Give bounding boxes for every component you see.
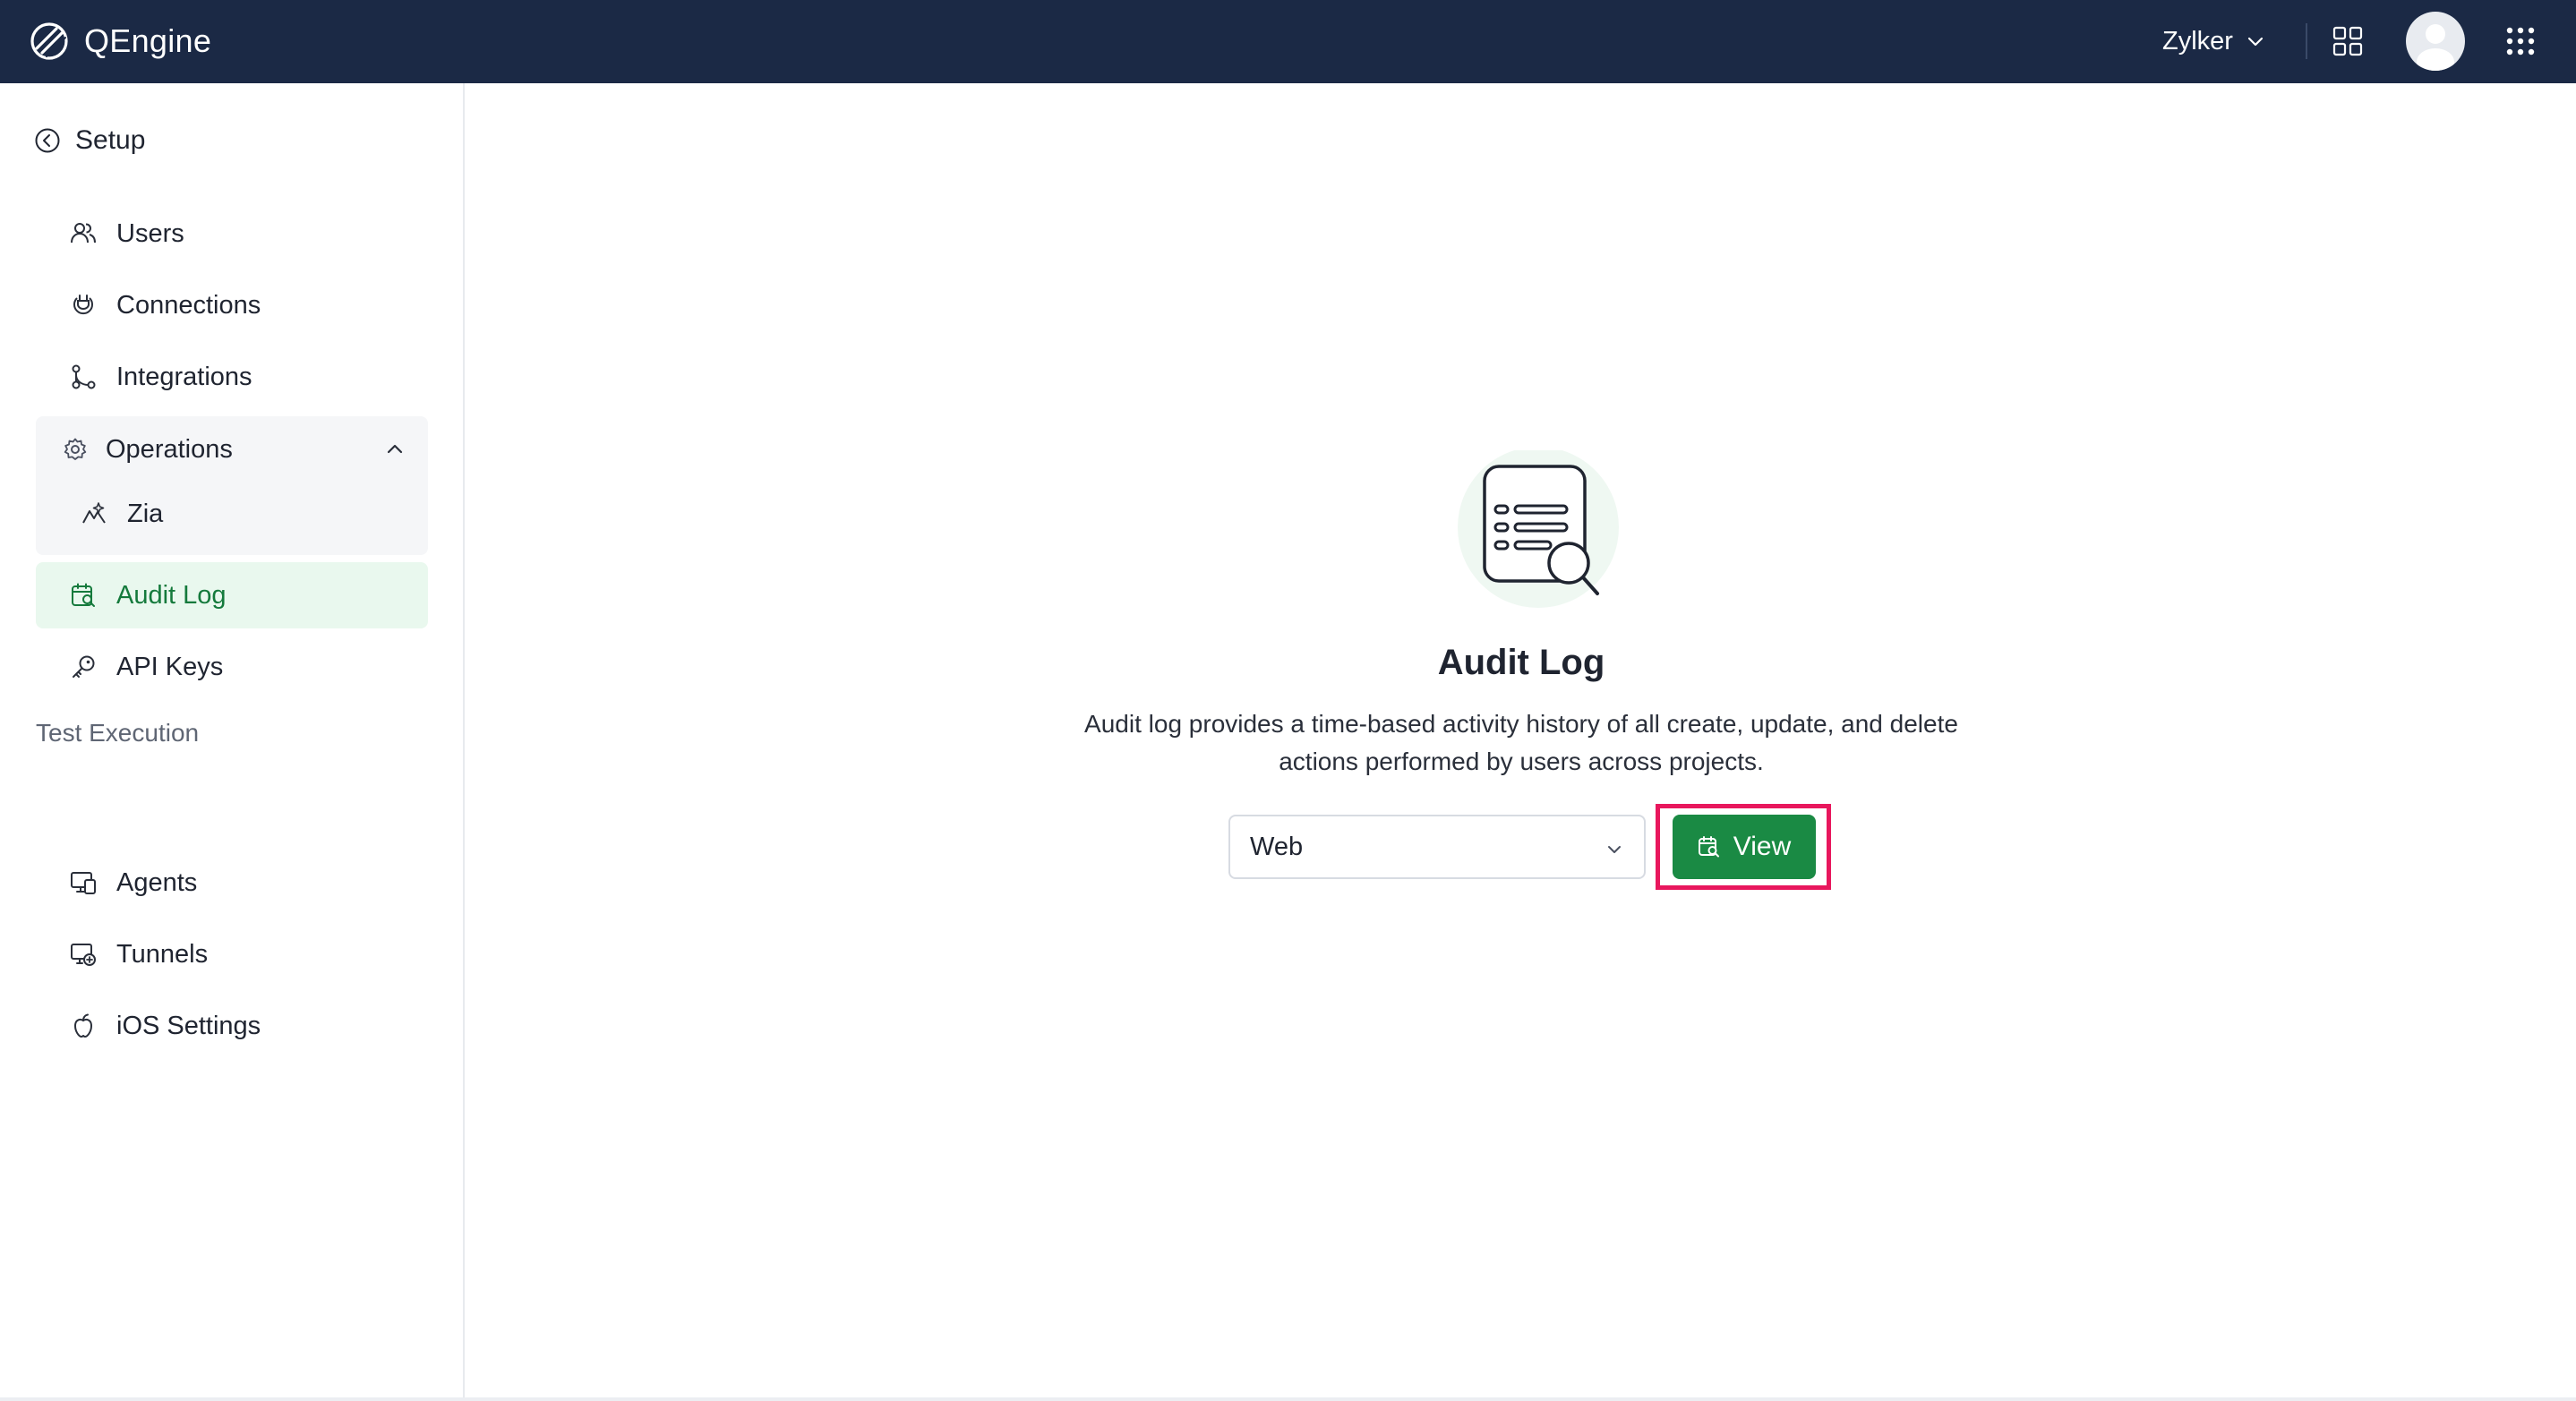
setup-label: Setup: [75, 125, 146, 155]
sidebar-item-audit-log[interactable]: Audit Log: [36, 562, 428, 628]
setup-sidebar: Setup Users Connections Integrations Ope…: [0, 83, 465, 1401]
sidebar-item-label: Integrations: [116, 362, 252, 391]
sidebar-item-label: iOS Settings: [116, 1011, 261, 1040]
sidebar-item-users[interactable]: Users: [36, 201, 428, 267]
tunnels-icon: [71, 944, 96, 966]
agents-icon: [71, 872, 96, 894]
top-bar: QEngine Zylker: [0, 0, 2576, 83]
chevron-up-icon: [387, 444, 403, 454]
org-switcher[interactable]: Zylker: [2162, 21, 2265, 61]
brand[interactable]: QEngine: [29, 18, 211, 64]
sidebar-item-label: Connections: [116, 290, 261, 320]
users-icon: [71, 223, 96, 243]
sidebar-item-zia[interactable]: Zia: [36, 483, 428, 545]
sidebar-item-label: Audit Log: [116, 580, 227, 610]
sidebar-item-label: Zia: [127, 499, 164, 528]
sidebar-item-label: Tunnels: [116, 939, 209, 969]
audit-log-empty-state: Audit Log Audit log provides a time-base…: [466, 83, 2576, 1401]
app-name: QEngine: [84, 22, 212, 59]
chevron-down-icon: [1608, 846, 1621, 853]
zia-icon: [82, 502, 106, 524]
sidebar-item-agents[interactable]: Agents: [36, 850, 428, 916]
sidebar-item-integrations[interactable]: Integrations: [36, 344, 428, 410]
apple-icon: [74, 1013, 92, 1038]
key-icon: [73, 655, 95, 678]
gear-icon: [64, 438, 87, 460]
sidebar-item-connections[interactable]: Connections: [36, 272, 428, 338]
sidebar-item-tunnels[interactable]: Tunnels: [36, 921, 428, 987]
sidebar-group-operations: Operations Zia: [36, 416, 428, 555]
user-avatar[interactable]: [2406, 12, 2465, 71]
sidebar-item-label: Agents: [116, 867, 198, 897]
audit-log-document-illustration-icon: [1458, 450, 1619, 608]
integrations-icon: [72, 364, 96, 389]
user-avatar-icon: [2417, 24, 2454, 71]
back-circle-icon: [35, 128, 60, 153]
section-label-test-execution: Test Execution: [36, 719, 200, 747]
sidebar-item-api-keys[interactable]: API Keys: [36, 634, 428, 700]
calendar-search-icon: [1698, 836, 1719, 858]
org-name: Zylker: [2162, 26, 2233, 56]
connections-icon: [73, 295, 93, 315]
platform-select-value: Web: [1250, 832, 1304, 861]
app-switcher-icon[interactable]: [2332, 25, 2364, 57]
page-title: Audit Log: [1437, 643, 1605, 682]
setup-back-link[interactable]: Setup: [34, 123, 145, 158]
bottom-border: [0, 1397, 2576, 1401]
audit-log-icon: [72, 583, 95, 607]
view-button[interactable]: View: [1673, 815, 1816, 879]
view-button-label: View: [1733, 832, 1792, 861]
page-description: Audit log provides a time-based activity…: [1084, 710, 1958, 775]
sidebar-item-label: Operations: [106, 434, 233, 464]
sidebar-item-label: API Keys: [116, 652, 224, 681]
qengine-logo-icon: [30, 22, 68, 60]
platform-select[interactable]: Web: [1228, 815, 1646, 879]
chevron-down-icon: [2247, 37, 2264, 47]
all-apps-grid-icon[interactable]: [2504, 25, 2537, 57]
sidebar-item-ios-settings[interactable]: iOS Settings: [36, 993, 428, 1059]
sidebar-item-label: Users: [116, 218, 184, 248]
topbar-divider: [2306, 23, 2307, 59]
sidebar-item-operations[interactable]: Operations: [36, 416, 428, 483]
